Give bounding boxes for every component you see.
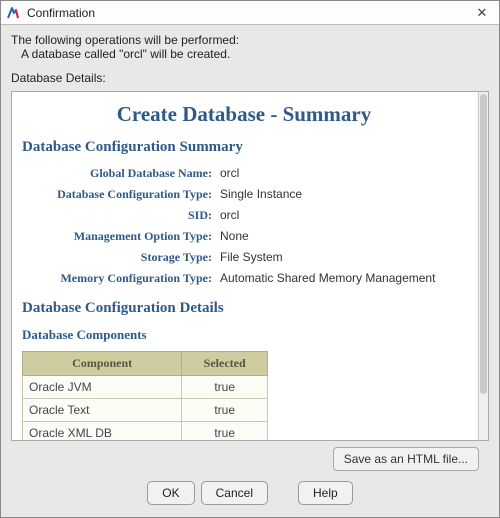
components-heading: Database Components: [22, 327, 466, 343]
component-name: Oracle XML DB: [23, 422, 182, 441]
summary-label: SID:: [22, 208, 212, 223]
summary-value: orcl: [220, 166, 466, 181]
col-component: Component: [23, 352, 182, 376]
app-icon: [5, 5, 21, 21]
summary-label: Memory Configuration Type:: [22, 271, 212, 286]
table-row: Oracle JVM true: [23, 376, 268, 399]
prompt-text: The following operations will be perform…: [11, 33, 489, 47]
config-summary-heading: Database Configuration Summary: [22, 139, 466, 156]
summary-value: None: [220, 229, 466, 244]
confirmation-dialog: Confirmation ✕ The following operations …: [0, 0, 500, 518]
col-selected: Selected: [182, 352, 268, 376]
footer-row-1: Save as an HTML file...: [11, 441, 489, 471]
config-details-heading: Database Configuration Details: [22, 300, 466, 317]
summary-value: orcl: [220, 208, 466, 223]
component-selected: true: [182, 376, 268, 399]
summary-label: Database Configuration Type:: [22, 187, 212, 202]
cancel-button[interactable]: Cancel: [201, 481, 268, 505]
component-name: Oracle JVM: [23, 376, 182, 399]
component-selected: true: [182, 399, 268, 422]
summary-label: Global Database Name:: [22, 166, 212, 181]
ok-button[interactable]: OK: [147, 481, 194, 505]
details-panel: Create Database - Summary Database Confi…: [11, 91, 489, 441]
close-button[interactable]: ✕: [471, 4, 493, 22]
dialog-body: The following operations will be perform…: [1, 25, 499, 517]
save-html-button[interactable]: Save as an HTML file...: [333, 447, 479, 471]
window-title: Confirmation: [27, 6, 471, 20]
footer-row-2: OK Cancel Help: [11, 471, 489, 517]
summary-grid: Global Database Name: orcl Database Conf…: [22, 166, 466, 286]
summary-value: Automatic Shared Memory Management: [220, 271, 466, 286]
prompt-subtext: A database called "orcl" will be created…: [21, 47, 489, 61]
component-selected: true: [182, 422, 268, 441]
scrollbar[interactable]: [478, 92, 488, 440]
summary-label: Management Option Type:: [22, 229, 212, 244]
titlebar: Confirmation ✕: [1, 1, 499, 25]
details-label: Database Details:: [11, 71, 489, 85]
summary-label: Storage Type:: [22, 250, 212, 265]
table-row: Oracle Text true: [23, 399, 268, 422]
help-button[interactable]: Help: [298, 481, 353, 505]
summary-value: File System: [220, 250, 466, 265]
page-title: Create Database - Summary: [22, 102, 466, 127]
components-table: Component Selected Oracle JVM true Oracl…: [22, 351, 268, 440]
component-name: Oracle Text: [23, 399, 182, 422]
scrollbar-thumb[interactable]: [480, 94, 487, 394]
summary-value: Single Instance: [220, 187, 466, 202]
table-row: Oracle XML DB true: [23, 422, 268, 441]
details-content: Create Database - Summary Database Confi…: [12, 92, 476, 440]
